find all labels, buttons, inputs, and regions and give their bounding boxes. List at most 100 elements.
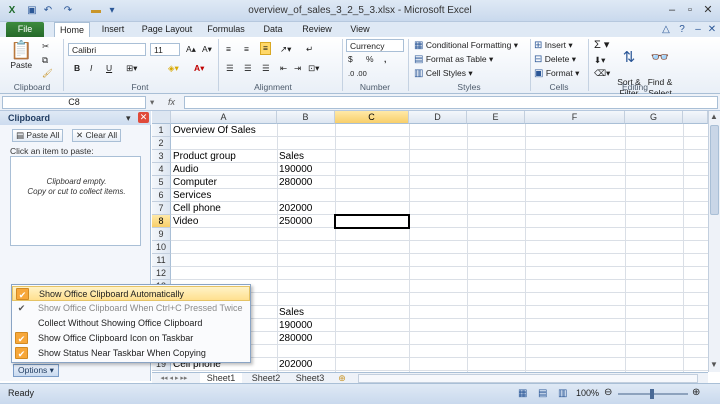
row-header[interactable]: 7 [152,202,171,215]
scroll-thumb[interactable] [710,125,719,215]
copy-icon[interactable]: ⧉ [42,55,48,66]
cell-a5[interactable]: Computer [171,176,217,189]
row-header[interactable]: 12 [152,267,171,280]
align-bottom-icon[interactable]: ≡ [260,42,271,55]
help-icon[interactable]: ? [676,24,688,36]
orientation-icon[interactable]: ↗▾ [280,44,291,55]
page-break-view-icon[interactable]: ▥ [558,388,567,399]
align-top-icon[interactable]: ≡ [226,44,231,55]
row-header[interactable]: 9 [152,228,171,241]
column-header-c[interactable]: C [335,111,409,124]
row-header[interactable]: 5 [152,176,171,189]
tab-formulas[interactable]: Formulas [204,22,248,37]
horizontal-scrollbar[interactable] [358,374,698,383]
name-box[interactable]: C8 [2,96,146,109]
font-name-box[interactable]: Calibri [68,43,146,56]
row-header[interactable]: 1 [152,124,171,137]
cell-a1[interactable]: Overview Of Sales [171,124,256,137]
cell-b19[interactable]: 202000 [277,358,312,371]
formula-input[interactable] [184,96,718,109]
comma-style-button[interactable]: , [384,54,386,65]
number-format-box[interactable]: Currency [346,39,404,52]
menu-item-collect-without-showing[interactable]: Collect Without Showing Office Clipboard [12,316,250,331]
delete-cells-button[interactable]: ⊟ Delete ▾ [534,54,576,65]
minimize-ribbon-icon[interactable]: △ [660,24,672,36]
name-box-dropdown-icon[interactable]: ▾ [150,97,154,108]
column-header-g[interactable]: G [625,111,683,124]
close-icon[interactable]: ✕ [700,3,716,17]
fill-color-icon[interactable]: ◈▾ [168,63,179,74]
fill-icon[interactable]: ⬇▾ [594,55,605,66]
format-painter-icon[interactable]: 🖌 [42,68,53,79]
menu-item-show-automatically[interactable]: ✔ Show Office Clipboard Automatically [12,286,250,301]
scroll-down-icon[interactable]: ▼ [710,360,718,369]
row-header[interactable]: 4 [152,163,171,176]
format-cells-button[interactable]: ▣ Format ▾ [534,68,579,79]
cell-a6[interactable]: Services [171,189,211,202]
column-header-e[interactable]: E [467,111,525,124]
active-cell-c8[interactable] [334,214,410,229]
font-size-box[interactable]: 11 [150,43,180,56]
cell-b15[interactable]: Sales [277,306,304,319]
tab-home[interactable]: Home [54,22,90,37]
tab-insert[interactable]: Insert [96,22,130,37]
zoom-in-icon[interactable]: ⊕ [692,387,700,398]
percent-style-button[interactable]: % [366,54,374,65]
normal-view-icon[interactable]: ▦ [518,388,527,399]
row-header[interactable]: 3 [152,150,171,163]
cell-b4[interactable]: 190000 [277,163,312,176]
align-right-icon[interactable]: ☰ [262,63,270,74]
cell-b17[interactable]: 280000 [277,332,312,345]
zoom-slider-thumb[interactable] [650,389,654,399]
menu-item-show-ctrl-c-twice[interactable]: ✔ Show Office Clipboard When Ctrl+C Pres… [12,301,250,316]
row-header[interactable]: 6 [152,189,171,202]
clipboard-items-list[interactable]: Clipboard empty. Copy or cut to collect … [10,156,141,246]
underline-button[interactable]: U [106,63,112,74]
font-color-icon[interactable]: A▾ [194,63,204,74]
accounting-format-button[interactable]: $ [348,54,353,65]
menu-item-show-status-near-taskbar[interactable]: ✔ Show Status Near Taskbar When Copying [12,346,250,361]
scroll-up-icon[interactable]: ▲ [710,112,718,121]
decimal-buttons[interactable]: .0 .00 [348,68,367,79]
conditional-formatting-button[interactable]: ▦ Conditional Formatting ▾ [414,40,518,51]
vertical-scrollbar[interactable]: ▲ ▼ [708,111,720,372]
tab-data[interactable]: Data [258,22,288,37]
increase-indent-icon[interactable]: ⇥ [294,63,301,74]
cell-styles-button[interactable]: ▥ Cell Styles ▾ [414,68,473,79]
menu-item-show-icon-taskbar[interactable]: ✔ Show Office Clipboard Icon on Taskbar [12,331,250,346]
cell-a3[interactable]: Product group [171,150,236,163]
maximize-icon[interactable]: ▫ [682,3,698,17]
merge-center-icon[interactable]: ⊡▾ [308,63,319,74]
clear-all-button[interactable]: ✕ Clear All [72,129,122,142]
workbook-close-icon[interactable]: ✕ [706,24,718,36]
cell-b5[interactable]: 280000 [277,176,312,189]
borders-icon[interactable]: ⊞▾ [126,63,137,74]
tab-view[interactable]: View [346,22,374,37]
align-center-icon[interactable]: ☰ [244,63,252,74]
row-header[interactable]: 10 [152,241,171,254]
column-header-d[interactable]: D [409,111,467,124]
options-button[interactable]: Options ▾ [13,364,59,377]
cell-a8[interactable]: Video [171,215,198,228]
tab-review[interactable]: Review [298,22,336,37]
autosum-button[interactable]: Σ ▾ [594,40,609,51]
minimize-icon[interactable]: – [664,3,680,17]
cut-icon[interactable]: ✂ [42,41,49,52]
decrease-indent-icon[interactable]: ⇤ [280,63,287,74]
paste-all-button[interactable]: ▤ Paste All [12,129,64,142]
cell-a7[interactable]: Cell phone [171,202,221,215]
column-header-f[interactable]: F [525,111,625,124]
row-header-selected[interactable]: 8 [152,215,171,228]
shrink-font-icon[interactable]: A▾ [202,44,212,55]
paste-button[interactable]: 📋 Paste [10,40,32,71]
cell-b7[interactable]: 202000 [277,202,312,215]
tab-page-layout[interactable]: Page Layout [140,22,194,37]
workbook-minimize-icon[interactable]: – [692,24,704,36]
grow-font-icon[interactable]: A▴ [186,44,196,55]
cell-b3[interactable]: Sales [277,150,304,163]
bold-button[interactable]: B [74,63,80,74]
italic-button[interactable]: I [90,63,92,74]
align-middle-icon[interactable]: ≡ [244,44,249,55]
zoom-out-icon[interactable]: ⊖ [604,387,612,398]
wrap-text-icon[interactable]: ↵ [306,44,313,55]
